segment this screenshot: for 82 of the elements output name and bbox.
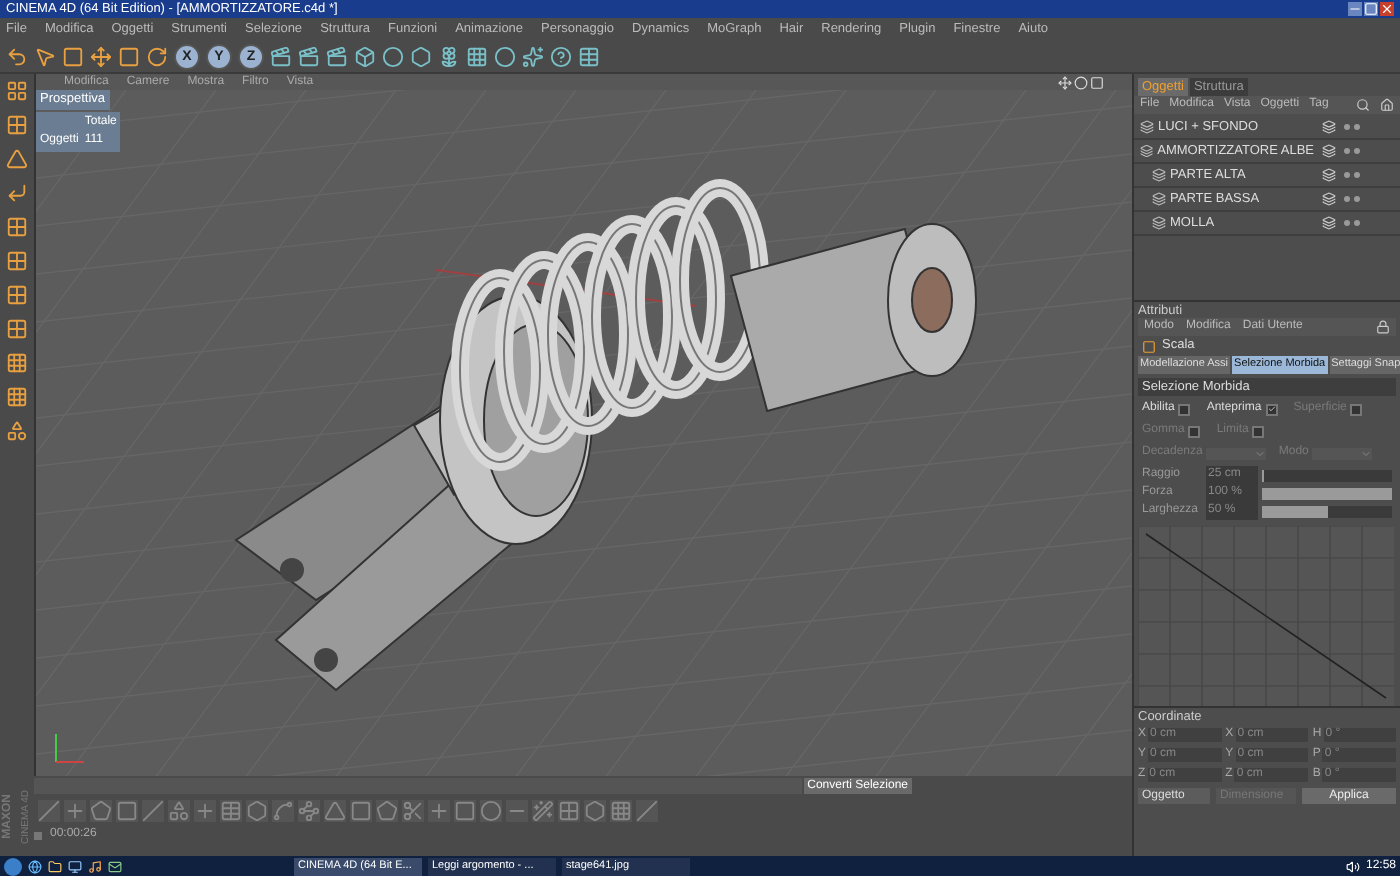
null-object-icon[interactable] xyxy=(1140,144,1154,158)
null-object-icon[interactable] xyxy=(1140,120,1154,134)
globe-icon[interactable] xyxy=(28,859,42,873)
grid-icon[interactable] xyxy=(6,80,28,102)
modeling-tool-icon[interactable] xyxy=(350,799,372,821)
modeling-tool-icon[interactable] xyxy=(142,799,164,821)
modeling-tool-icon[interactable] xyxy=(116,799,138,821)
hexagon-icon[interactable] xyxy=(410,45,432,67)
modeling-tool-icon[interactable] xyxy=(610,799,632,821)
layer-icon[interactable] xyxy=(1322,192,1336,206)
move-icon[interactable] xyxy=(90,45,112,67)
search-icon[interactable] xyxy=(1356,98,1370,112)
move-icon[interactable] xyxy=(1058,75,1072,89)
close-icon[interactable] xyxy=(1380,2,1394,16)
cube-icon[interactable] xyxy=(354,45,376,67)
circle-icon[interactable] xyxy=(1074,75,1088,89)
layer-icon[interactable] xyxy=(1322,144,1336,158)
modeling-tool-icon[interactable] xyxy=(220,799,242,821)
slider-fill[interactable] xyxy=(1262,505,1327,517)
music-icon[interactable] xyxy=(88,859,102,873)
modeling-tool-icon[interactable] xyxy=(454,799,476,821)
help-icon[interactable] xyxy=(550,45,572,67)
timeline-marker xyxy=(34,831,42,839)
caret-icon xyxy=(1360,447,1373,459)
modeling-tool-icon[interactable] xyxy=(38,799,60,821)
grid-icon[interactable] xyxy=(6,284,28,306)
clapperboard-icon[interactable] xyxy=(270,45,292,67)
clapperboard-icon[interactable] xyxy=(326,45,348,67)
modeling-tool-icon[interactable] xyxy=(428,799,450,821)
modeling-tool-icon[interactable] xyxy=(506,799,528,821)
modeling-tool-icon[interactable] xyxy=(272,799,294,821)
modeling-tool-icon[interactable] xyxy=(584,799,606,821)
modeling-tool-icon[interactable] xyxy=(480,799,502,821)
axis-gizmo-icon xyxy=(55,733,85,763)
modeling-tool-icon[interactable] xyxy=(64,799,86,821)
modeling-tool-icon[interactable] xyxy=(168,799,190,821)
slider-fill[interactable] xyxy=(1262,487,1392,499)
checkbox[interactable] xyxy=(1265,403,1278,415)
maximize-icon[interactable] xyxy=(1364,2,1378,16)
mail-icon[interactable] xyxy=(108,859,122,873)
modeling-tool-icon[interactable] xyxy=(376,799,398,821)
caret-icon xyxy=(1254,447,1267,459)
modeling-tool-icon[interactable] xyxy=(636,799,658,821)
modeling-tool-icon[interactable] xyxy=(90,799,112,821)
modeling-tool-icon[interactable] xyxy=(324,799,346,821)
flower-icon[interactable] xyxy=(438,45,460,67)
null-object-icon[interactable] xyxy=(1152,192,1166,206)
grid-icon[interactable] xyxy=(6,318,28,340)
layer-icon[interactable] xyxy=(1322,120,1336,134)
triangle-icon[interactable] xyxy=(6,148,28,170)
undo-icon[interactable] xyxy=(6,45,28,67)
checker-icon[interactable] xyxy=(6,386,28,408)
square-icon[interactable] xyxy=(1090,75,1104,89)
volume-icon[interactable] xyxy=(1345,859,1360,873)
modeling-tool-icon[interactable] xyxy=(298,799,320,821)
rotate-icon[interactable] xyxy=(146,45,168,67)
modeling-tool-icon[interactable] xyxy=(532,799,554,821)
null-object-icon[interactable] xyxy=(1152,168,1166,182)
grid-icon[interactable] xyxy=(6,216,28,238)
modeling-tool-icon[interactable] xyxy=(558,799,580,821)
checker-icon[interactable] xyxy=(6,352,28,374)
modeling-tool-icon[interactable] xyxy=(194,799,216,821)
grid-icon[interactable] xyxy=(466,45,488,67)
grid-icon[interactable] xyxy=(6,250,28,272)
circle-icon[interactable] xyxy=(382,45,404,67)
modeling-tool-icon[interactable] xyxy=(402,799,424,821)
checkbox[interactable] xyxy=(1178,403,1191,415)
clapperboard-icon[interactable] xyxy=(298,45,320,67)
sparkles-icon[interactable] xyxy=(522,45,544,67)
home-icon[interactable] xyxy=(1380,98,1394,112)
null-object-icon[interactable] xyxy=(1152,216,1166,230)
layer-icon[interactable] xyxy=(1322,216,1336,230)
table-icon[interactable] xyxy=(578,45,600,67)
grid-icon[interactable] xyxy=(6,114,28,136)
monitor-icon[interactable] xyxy=(68,859,82,873)
lock-icon[interactable] xyxy=(1376,320,1390,334)
modeling-tool-icon[interactable] xyxy=(246,799,268,821)
folder-icon[interactable] xyxy=(48,859,62,873)
layer-icon[interactable] xyxy=(1322,168,1336,182)
shapes-icon[interactable] xyxy=(6,420,28,442)
pointer-icon[interactable] xyxy=(34,45,56,67)
start-button[interactable] xyxy=(4,857,22,875)
